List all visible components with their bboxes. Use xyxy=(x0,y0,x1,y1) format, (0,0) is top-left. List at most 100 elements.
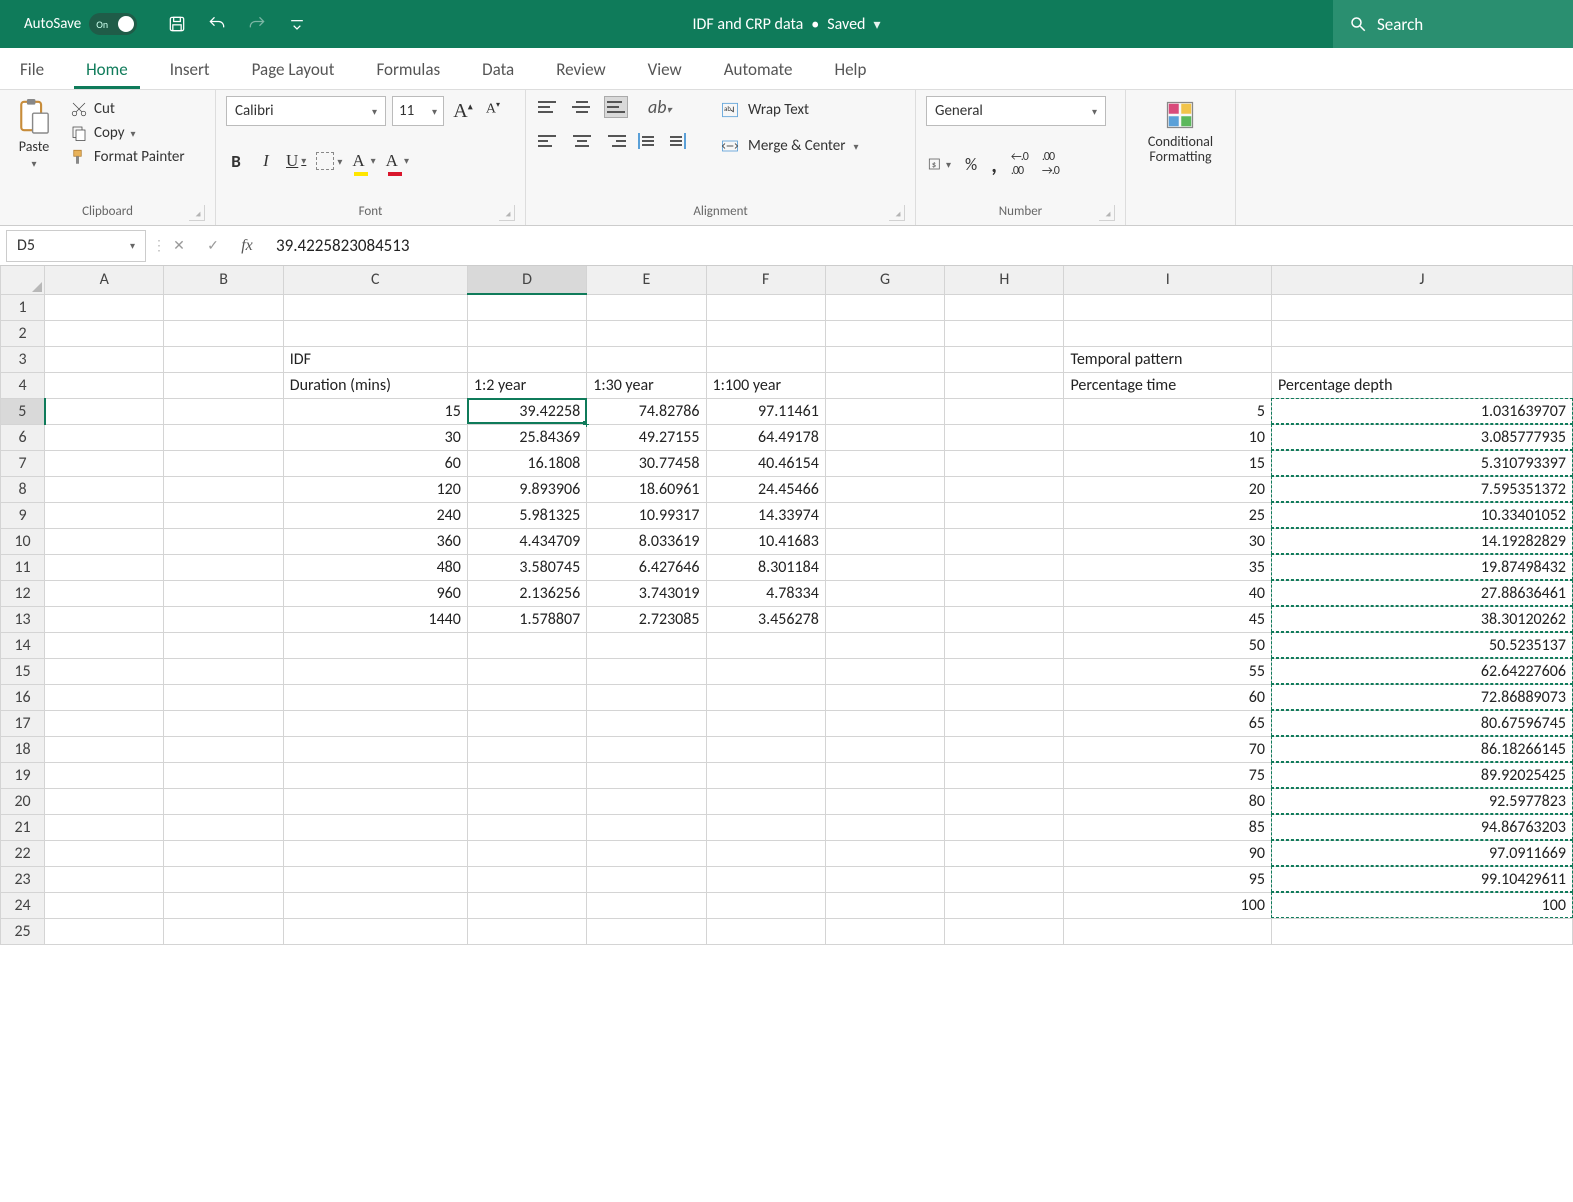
align-center-icon[interactable] xyxy=(570,130,594,152)
cell-J9[interactable]: 10.33401052 xyxy=(1271,502,1572,528)
cell-D20[interactable] xyxy=(467,788,586,814)
accounting-format-icon[interactable]: $▾ xyxy=(926,154,951,174)
cell-H9[interactable] xyxy=(945,502,1064,528)
wrap-text-button[interactable]: ab Wrap Text xyxy=(720,100,859,120)
cell-B12[interactable] xyxy=(164,580,283,606)
cell-C3[interactable]: IDF xyxy=(283,346,467,372)
align-left-icon[interactable] xyxy=(536,130,560,152)
cell-A9[interactable] xyxy=(45,502,164,528)
align-right-icon[interactable] xyxy=(604,130,628,152)
cell-F16[interactable] xyxy=(706,684,825,710)
cell-A4[interactable] xyxy=(45,372,164,398)
bold-button[interactable]: B xyxy=(226,148,246,174)
cell-G17[interactable] xyxy=(825,710,944,736)
font-size-select[interactable]: 11 ▾ xyxy=(392,96,444,126)
cell-F1[interactable] xyxy=(706,294,825,320)
cell-I8[interactable]: 20 xyxy=(1064,476,1272,502)
cell-D2[interactable] xyxy=(467,320,586,346)
cut-button[interactable]: Cut xyxy=(70,100,185,118)
cell-A12[interactable] xyxy=(45,580,164,606)
cell-F11[interactable]: 8.301184 xyxy=(706,554,825,580)
tab-review[interactable]: Review xyxy=(544,51,617,89)
cell-B21[interactable] xyxy=(164,814,283,840)
cell-J20[interactable]: 92.5977823 xyxy=(1271,788,1572,814)
cell-H5[interactable] xyxy=(945,398,1064,424)
cell-E15[interactable] xyxy=(587,658,706,684)
search-input[interactable]: Search xyxy=(1333,0,1573,48)
cell-D9[interactable]: 5.981325 xyxy=(467,502,586,528)
cell-I2[interactable] xyxy=(1064,320,1272,346)
cell-C25[interactable] xyxy=(283,918,467,944)
select-all-corner[interactable] xyxy=(1,266,45,294)
cell-C19[interactable] xyxy=(283,762,467,788)
cell-H22[interactable] xyxy=(945,840,1064,866)
tab-view[interactable]: View xyxy=(636,51,694,89)
cell-G12[interactable] xyxy=(825,580,944,606)
cell-E24[interactable] xyxy=(587,892,706,918)
cell-F17[interactable] xyxy=(706,710,825,736)
cell-H15[interactable] xyxy=(945,658,1064,684)
cell-J11[interactable]: 19.87498432 xyxy=(1271,554,1572,580)
cell-D1[interactable] xyxy=(467,294,586,320)
cell-B8[interactable] xyxy=(164,476,283,502)
decrease-decimal-icon[interactable]: .00→.0 xyxy=(1042,150,1059,178)
cell-J25[interactable] xyxy=(1271,918,1572,944)
cell-E7[interactable]: 30.77458 xyxy=(587,450,706,476)
cell-B22[interactable] xyxy=(164,840,283,866)
cell-I22[interactable]: 90 xyxy=(1064,840,1272,866)
cell-E16[interactable] xyxy=(587,684,706,710)
cell-D13[interactable]: 1.578807 xyxy=(467,606,586,632)
increase-font-icon[interactable]: A▴ xyxy=(450,100,476,123)
name-box[interactable]: D5 ▾ xyxy=(6,230,146,262)
cell-J15[interactable]: 62.64227606 xyxy=(1271,658,1572,684)
qat-customize-icon[interactable] xyxy=(281,8,313,40)
cell-J23[interactable]: 99.10429611 xyxy=(1271,866,1572,892)
cell-A21[interactable] xyxy=(45,814,164,840)
col-header-F[interactable]: F xyxy=(706,266,825,294)
cell-B25[interactable] xyxy=(164,918,283,944)
row-header-8[interactable]: 8 xyxy=(1,476,45,502)
cell-G9[interactable] xyxy=(825,502,944,528)
cell-I19[interactable]: 75 xyxy=(1064,762,1272,788)
cell-B14[interactable] xyxy=(164,632,283,658)
save-icon[interactable] xyxy=(161,8,193,40)
cell-A22[interactable] xyxy=(45,840,164,866)
decrease-font-icon[interactable]: A▾ xyxy=(480,100,506,123)
row-header-21[interactable]: 21 xyxy=(1,814,45,840)
cell-I21[interactable]: 85 xyxy=(1064,814,1272,840)
font-color-button[interactable]: A▾ xyxy=(386,148,409,174)
cell-C6[interactable]: 30 xyxy=(283,424,467,450)
cell-F21[interactable] xyxy=(706,814,825,840)
cell-G23[interactable] xyxy=(825,866,944,892)
cell-I6[interactable]: 10 xyxy=(1064,424,1272,450)
cell-J21[interactable]: 94.86763203 xyxy=(1271,814,1572,840)
cell-A19[interactable] xyxy=(45,762,164,788)
cell-I10[interactable]: 30 xyxy=(1064,528,1272,554)
cell-A14[interactable] xyxy=(45,632,164,658)
cell-B23[interactable] xyxy=(164,866,283,892)
col-header-I[interactable]: I xyxy=(1064,266,1272,294)
row-header-1[interactable]: 1 xyxy=(1,294,45,320)
cell-G3[interactable] xyxy=(825,346,944,372)
cell-G22[interactable] xyxy=(825,840,944,866)
cell-B1[interactable] xyxy=(164,294,283,320)
cell-H16[interactable] xyxy=(945,684,1064,710)
cell-H20[interactable] xyxy=(945,788,1064,814)
cell-J18[interactable]: 86.18266145 xyxy=(1271,736,1572,762)
cell-E9[interactable]: 10.99317 xyxy=(587,502,706,528)
cell-J4[interactable]: Percentage depth xyxy=(1271,372,1572,398)
cell-F19[interactable] xyxy=(706,762,825,788)
cell-E23[interactable] xyxy=(587,866,706,892)
enter-formula-icon[interactable]: ✓ xyxy=(196,230,230,262)
cell-B19[interactable] xyxy=(164,762,283,788)
percent-icon[interactable]: % xyxy=(965,154,977,175)
cell-D6[interactable]: 25.84369 xyxy=(467,424,586,450)
col-header-E[interactable]: E xyxy=(587,266,706,294)
format-painter-button[interactable]: Format Painter xyxy=(70,148,185,166)
cell-B9[interactable] xyxy=(164,502,283,528)
cell-B18[interactable] xyxy=(164,736,283,762)
font-name-select[interactable]: Calibri ▾ xyxy=(226,96,386,126)
orientation-icon[interactable]: ab▾ xyxy=(648,96,672,118)
cell-J1[interactable] xyxy=(1271,294,1572,320)
cell-F7[interactable]: 40.46154 xyxy=(706,450,825,476)
